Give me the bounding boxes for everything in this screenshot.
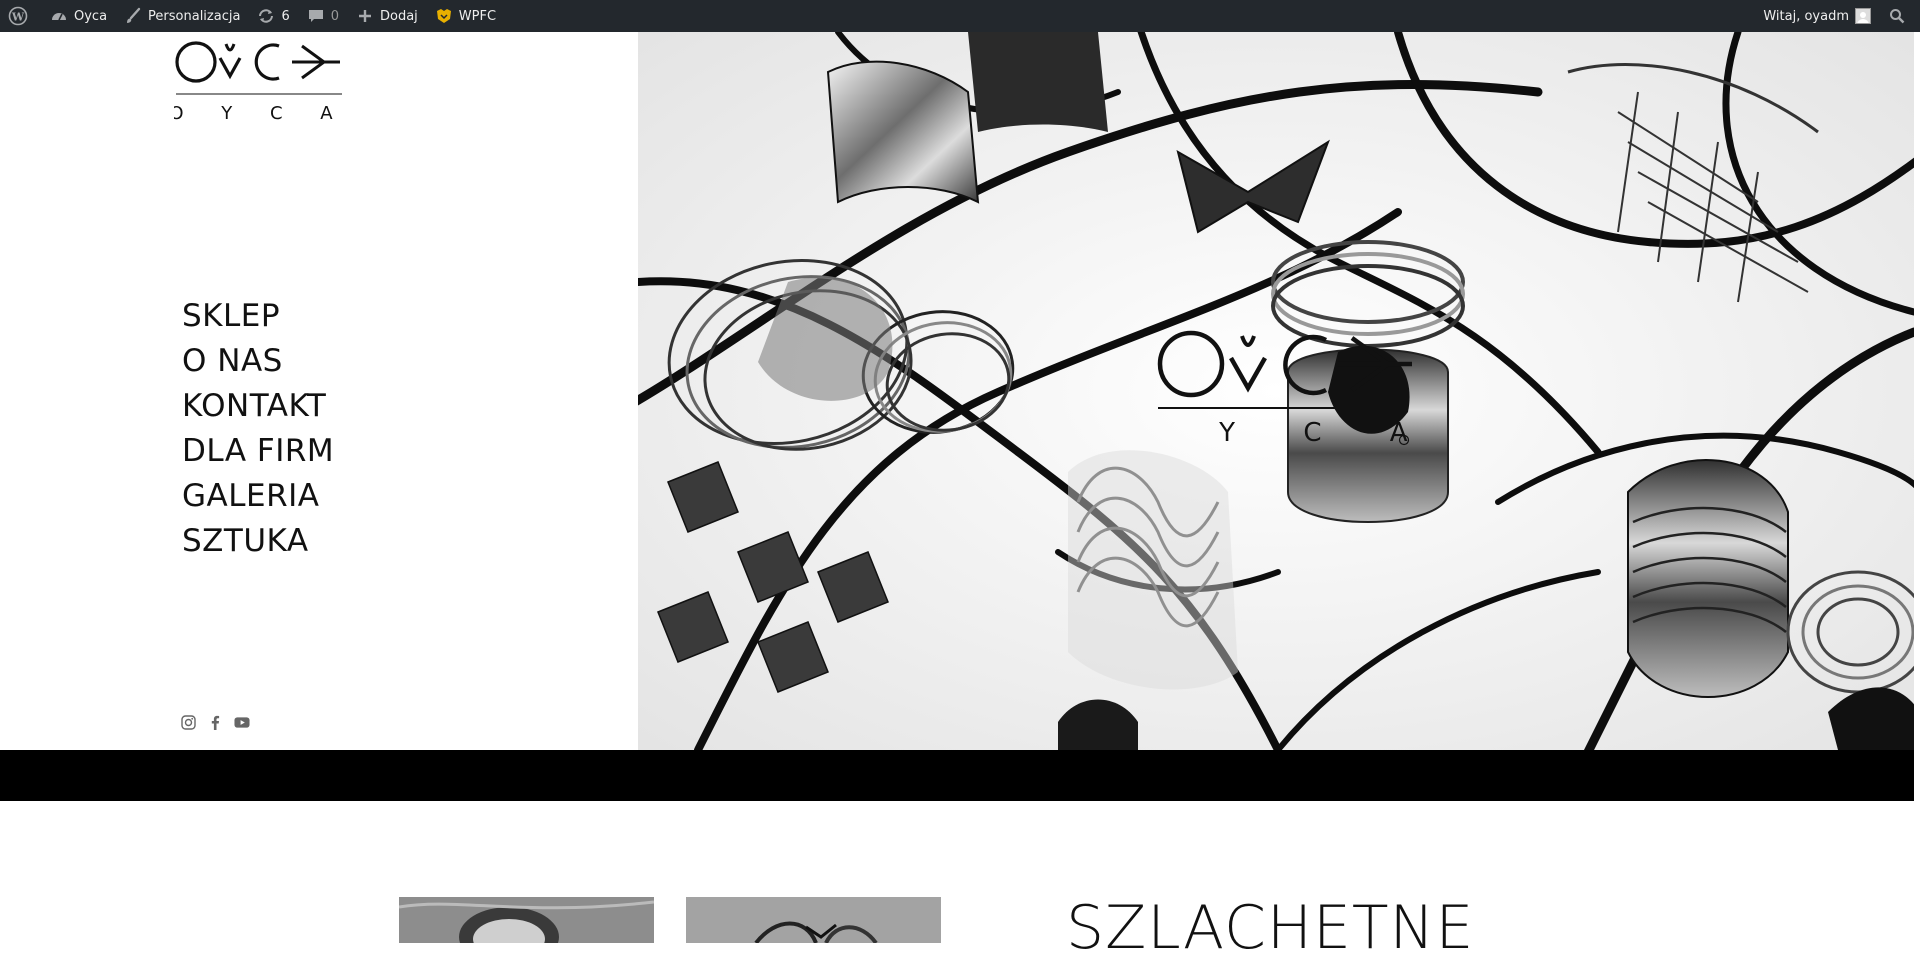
updates-icon xyxy=(256,6,276,26)
wordpress-icon: W xyxy=(8,6,28,26)
my-account-menu[interactable]: Witaj, oyadm xyxy=(1755,0,1879,32)
dashboard-icon xyxy=(49,6,69,26)
nav-item-sklep[interactable]: SKLEP xyxy=(182,294,334,339)
nav-item-sztuka[interactable]: SZTUKA xyxy=(182,519,334,564)
search-icon xyxy=(1887,6,1907,26)
nav-item-o-nas[interactable]: O NAS xyxy=(182,339,334,384)
wpfc-menu[interactable]: WPFC xyxy=(426,0,504,32)
hero-image: O Y C A xyxy=(638,32,1914,750)
admin-bar: W Oyca Personalizacja 6 0 Dodaj WPFC Wit… xyxy=(0,0,1920,32)
section-title: SZLACHETNE xyxy=(1066,893,1475,963)
site-name: Oyca xyxy=(74,8,108,24)
youtube-icon[interactable] xyxy=(234,714,250,730)
page-edge xyxy=(1914,32,1920,943)
nav-item-kontakt[interactable]: KONTAKT xyxy=(182,384,334,429)
site-name-menu[interactable]: Oyca xyxy=(41,0,115,32)
product-thumbnail[interactable] xyxy=(686,897,941,943)
customize-label: Personalizacja xyxy=(148,8,241,24)
comments-count: 0 xyxy=(330,8,339,24)
add-new-menu[interactable]: Dodaj xyxy=(347,0,426,32)
instagram-icon[interactable] xyxy=(180,714,196,730)
social-links xyxy=(180,714,250,730)
comments-icon xyxy=(306,6,326,26)
logo-subtext: O Y C A xyxy=(174,103,344,124)
nav-item-galeria[interactable]: GALERIA xyxy=(182,474,334,519)
updates-count: 6 xyxy=(281,8,290,24)
hero-logo: O Y C A xyxy=(1156,328,1416,458)
comments-link[interactable]: 0 xyxy=(298,0,347,32)
updates-link[interactable]: 6 xyxy=(248,0,297,32)
customize-link[interactable]: Personalizacja xyxy=(115,0,248,32)
svg-text:W: W xyxy=(11,10,25,23)
wpfc-label: WPFC xyxy=(458,8,497,24)
add-new-label: Dodaj xyxy=(380,8,418,24)
avatar xyxy=(1855,8,1871,24)
site-logo[interactable]: O Y C A xyxy=(169,36,344,126)
product-thumbnail[interactable] xyxy=(399,897,654,943)
wp-logo-menu[interactable]: W xyxy=(0,0,41,32)
nav-item-dla-firm[interactable]: DLA FIRM xyxy=(182,429,334,474)
brush-icon xyxy=(123,6,143,26)
black-band xyxy=(0,750,1914,801)
site-header-panel: O Y C A SKLEP O NAS KONTAKT DLA FIRM GAL… xyxy=(0,32,638,750)
main-navigation: SKLEP O NAS KONTAKT DLA FIRM GALERIA SZT… xyxy=(182,294,334,564)
plus-icon xyxy=(355,6,375,26)
hero-logo-subtext: O Y C A xyxy=(1156,418,1416,448)
facebook-icon[interactable] xyxy=(207,714,223,730)
wpfc-icon xyxy=(434,6,454,26)
admin-search[interactable] xyxy=(1879,0,1920,32)
greeting: Witaj, oyadm xyxy=(1763,8,1849,24)
